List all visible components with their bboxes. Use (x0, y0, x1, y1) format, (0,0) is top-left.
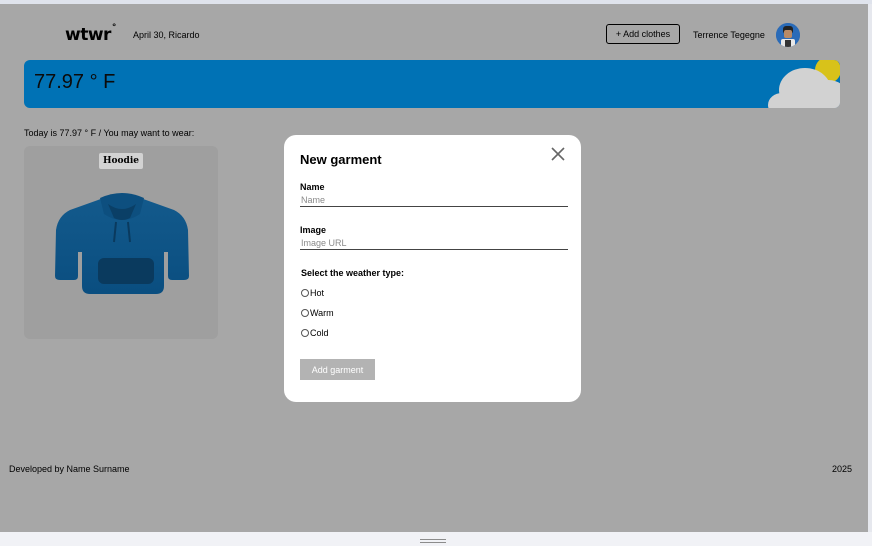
radio-button[interactable] (301, 289, 309, 297)
avatar-image (776, 23, 800, 47)
user-name: Terrence Tegegne (693, 30, 765, 40)
name-label: Name (300, 182, 325, 192)
radio-cold[interactable]: Cold (301, 328, 329, 338)
weather-temperature: 77.97 ° F (34, 71, 116, 93)
modal-title: New garment (300, 152, 382, 167)
radio-warm[interactable]: Warm (301, 308, 334, 318)
new-garment-modal: New garment Name Image Select the weathe… (284, 135, 581, 402)
radio-button[interactable] (301, 309, 309, 317)
window-edge (868, 4, 872, 532)
radio-hot[interactable]: Hot (301, 288, 324, 298)
radio-cold-label: Cold (310, 328, 329, 338)
radio-warm-label: Warm (310, 308, 334, 318)
today-text: Today is 77.97 ° F / You may want to wea… (24, 128, 195, 138)
weather-type-label: Select the weather type: (301, 268, 405, 278)
radio-hot-label: Hot (310, 288, 325, 298)
date-location: April 30, Ricardo (133, 30, 200, 40)
radio-button[interactable] (301, 329, 309, 337)
footer-credit: Developed by Name Surname (9, 464, 130, 474)
name-input[interactable] (300, 193, 568, 207)
footer-year: 2025 (832, 464, 853, 474)
app-logo: wtwr° (65, 23, 116, 45)
image-label: Image (300, 225, 327, 235)
bottom-bar (0, 532, 872, 546)
close-icon[interactable] (549, 145, 567, 163)
resize-handle-line[interactable] (420, 542, 446, 543)
hoodie-icon (55, 193, 189, 294)
weather-banner: 77.97 ° F (24, 60, 840, 108)
avatar[interactable] (776, 23, 800, 47)
add-clothes-button[interactable]: + Add clothes (606, 24, 680, 44)
add-garment-button[interactable]: Add garment (300, 359, 375, 380)
resize-handle-line[interactable] (420, 539, 446, 540)
cloud-sun-icon (768, 60, 840, 108)
clothing-card-label: Hoodie (99, 153, 143, 169)
image-url-input[interactable] (300, 236, 568, 250)
